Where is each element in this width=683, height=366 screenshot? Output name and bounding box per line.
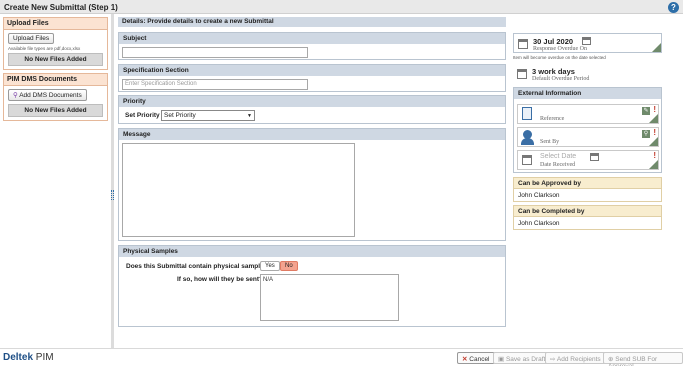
calendar-icon — [518, 39, 528, 49]
date-received-input[interactable]: Select Date — [540, 153, 576, 160]
save-draft-label: Save as Draft — [505, 356, 546, 363]
due-date-label: Response Overdue On — [533, 46, 587, 52]
subject-label: Subject — [119, 33, 505, 44]
person-body-icon — [521, 138, 534, 145]
arrow-icon: ⇨ — [550, 356, 557, 363]
date-received-field[interactable]: Select Date Date Received ! — [517, 150, 659, 170]
approved-by-box: Can be Approved by John Clarkson — [513, 177, 662, 202]
message-section: Message — [118, 128, 506, 241]
set-priority-label: Set Priority — [125, 112, 160, 119]
priority-label: Priority — [119, 96, 505, 107]
subject-input[interactable] — [122, 47, 308, 58]
sent-by-field[interactable]: Sent By ⚲ ! — [517, 127, 659, 147]
left-panel: Upload Files Upload Files Available file… — [3, 17, 108, 121]
panel-splitter[interactable] — [111, 14, 114, 348]
send-for-approval-button[interactable]: ⊕ Send SUB For Approval — [603, 352, 683, 366]
priority-select[interactable]: Set Priority ▼ — [161, 110, 255, 121]
corner-edit-icon[interactable] — [649, 137, 658, 146]
samples-no-button[interactable]: No — [280, 261, 298, 271]
sent-by-label: Sent By — [540, 139, 560, 145]
samples-yes-button[interactable]: Yes — [260, 261, 280, 271]
upload-status: No New Files Added — [8, 53, 103, 66]
calendar-icon — [522, 155, 532, 165]
send-label: Send SUB For Approval — [608, 356, 658, 366]
completed-by-name: John Clarkson — [518, 220, 560, 227]
help-icon[interactable]: ? — [668, 2, 679, 13]
response-overdue-card[interactable]: 30 Jul 2020 Response Overdue On — [513, 33, 662, 53]
specification-input[interactable]: Enter Specification Section — [122, 79, 308, 90]
document-icon — [522, 107, 532, 120]
external-info-box: External Information Reference ✎ ! Sent … — [513, 87, 662, 173]
external-info-header: External Information — [514, 88, 661, 99]
required-icon: ! — [653, 151, 656, 160]
calendar-icon — [517, 69, 527, 79]
samples-question: Does this Submittal contain physical sam… — [126, 263, 272, 270]
message-textarea[interactable] — [122, 143, 355, 237]
add-recipients-label: Add Recipients — [556, 356, 601, 363]
date-received-label: Date Received — [540, 162, 576, 168]
logo-brand: Deltek — [3, 352, 34, 363]
approved-by-name: John Clarkson — [518, 192, 560, 199]
how-sent-label: If so, how will they be sent? — [177, 276, 263, 283]
due-date-note: Item will become overdue on the date sel… — [513, 55, 606, 60]
how-sent-textarea[interactable]: N/A — [260, 274, 399, 321]
date-picker-icon[interactable] — [590, 153, 599, 161]
reference-label: Reference — [540, 116, 565, 122]
reference-field[interactable]: Reference ✎ ! — [517, 104, 659, 124]
overdue-period: 3 work days Default Overdue Period — [513, 64, 662, 84]
date-picker-icon[interactable] — [582, 37, 591, 45]
upload-files-header: Upload Files — [4, 18, 107, 30]
logo-product: PIM — [35, 352, 54, 363]
save-draft-button[interactable]: ▣ Save as Draft — [493, 352, 551, 364]
add-dms-documents-button[interactable]: ⚲ Add DMS Documents — [8, 89, 87, 101]
pim-dms-box: PIM DMS Documents ⚲ Add DMS Documents No… — [3, 73, 108, 121]
completed-by-box: Can be Completed by John Clarkson — [513, 205, 662, 230]
approved-by-header: Can be Approved by — [514, 178, 661, 189]
save-icon: ▣ — [498, 356, 506, 363]
pim-dms-header: PIM DMS Documents — [4, 74, 107, 86]
title-bar: Create New Submittal (Step 1) ? — [0, 0, 683, 14]
overdue-period-value: 3 work days — [532, 67, 575, 76]
priority-section: Priority Set Priority Set Priority ▼ — [118, 95, 506, 124]
add-dms-documents-label: Add DMS Documents — [19, 92, 82, 99]
required-icon: ! — [653, 105, 656, 114]
deltek-pim-logo: Deltek PIM — [3, 352, 54, 363]
specification-section: Specification Section Enter Specificatio… — [118, 64, 506, 92]
specification-label: Specification Section — [119, 65, 505, 76]
priority-select-value: Set Priority — [164, 112, 196, 119]
file-types-note: Available file types are pdf,docx,xlsx — [8, 46, 81, 51]
footer-bar: Deltek PIM ✕ Cancel ▣ Save as Draft ⇨ Ad… — [0, 348, 683, 366]
physical-samples-section: Physical Samples Does this Submittal con… — [118, 245, 506, 327]
subject-section: Subject — [118, 32, 506, 60]
add-recipients-button[interactable]: ⇨ Add Recipients — [545, 352, 606, 364]
upload-files-box: Upload Files Upload Files Available file… — [3, 17, 108, 70]
chevron-down-icon: ▼ — [247, 113, 252, 119]
required-icon: ! — [653, 128, 656, 137]
upload-files-button[interactable]: Upload Files — [8, 33, 55, 44]
splitter-grip-icon[interactable] — [111, 190, 114, 200]
message-label: Message — [119, 129, 505, 140]
page-title: Create New Submittal (Step 1) — [4, 3, 118, 12]
overdue-period-label: Default Overdue Period — [532, 76, 590, 82]
completed-by-header: Can be Completed by — [514, 206, 661, 217]
cancel-button[interactable]: ✕ Cancel — [457, 352, 495, 364]
corner-edit-icon[interactable] — [652, 43, 661, 52]
dms-status: No New Files Added — [8, 104, 103, 117]
corner-edit-icon[interactable] — [649, 114, 658, 123]
corner-edit-icon[interactable] — [649, 160, 658, 169]
details-header: Details: Provide details to create a new… — [118, 17, 506, 27]
due-date: 30 Jul 2020 — [533, 37, 574, 46]
cancel-label: Cancel — [469, 356, 490, 363]
physical-samples-label: Physical Samples — [119, 246, 505, 257]
